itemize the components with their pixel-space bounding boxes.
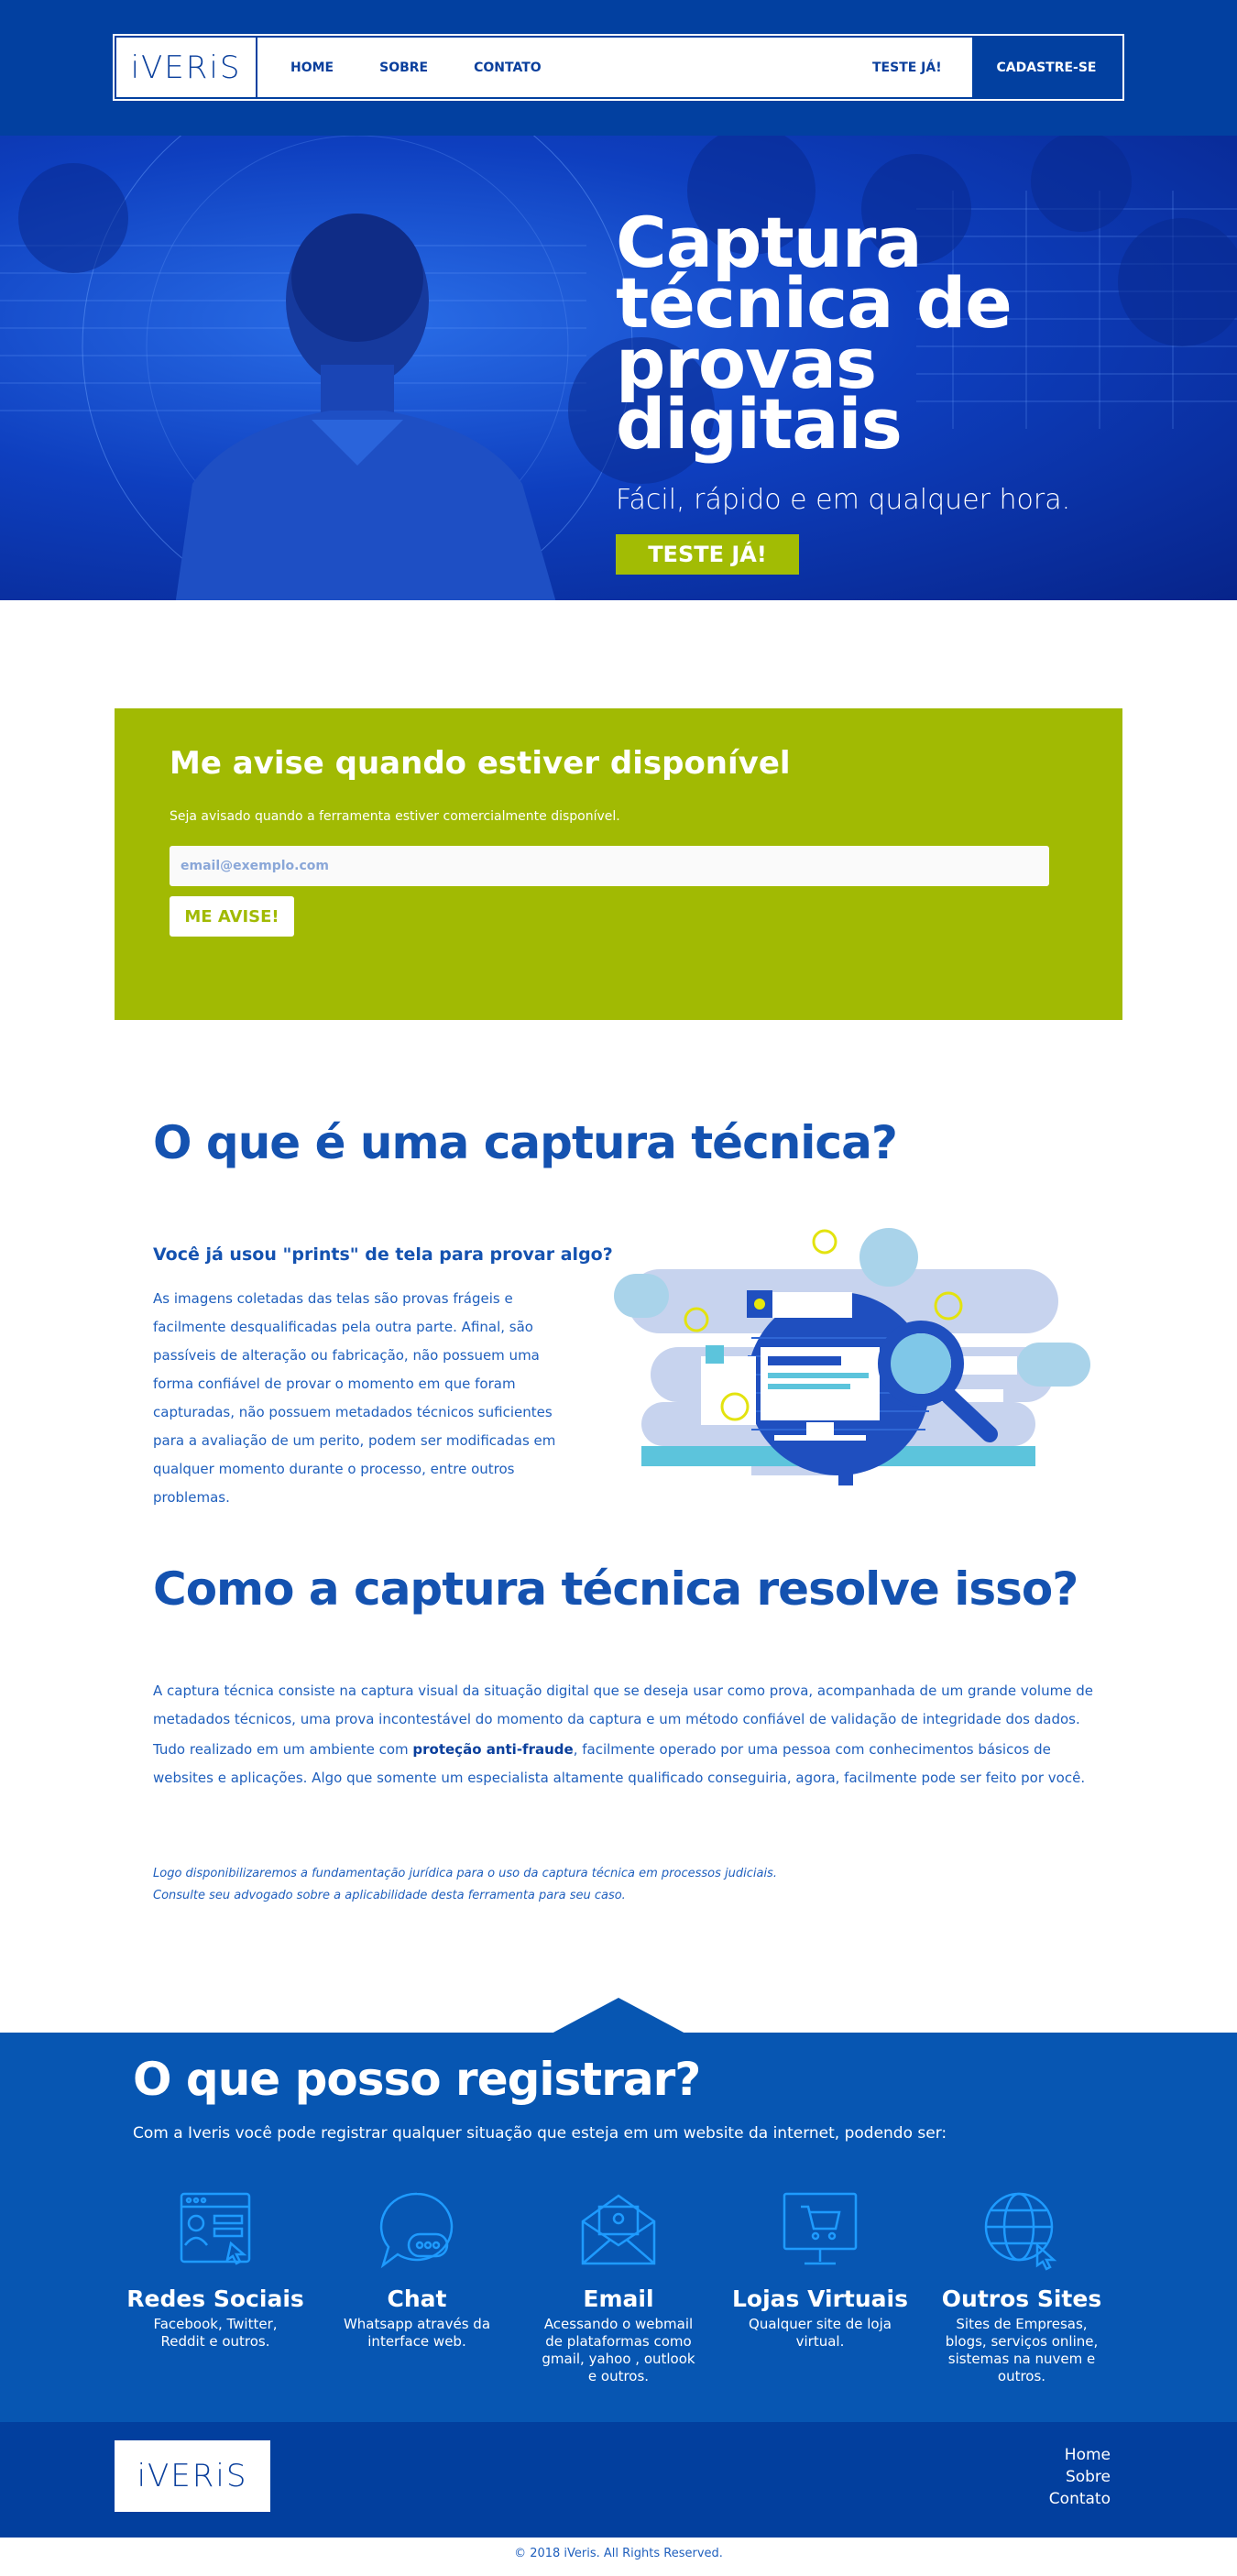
legal-note-line: Logo disponibilizaremos a fundamentação … — [153, 1867, 777, 1880]
footer-about-link[interactable]: Sobre — [1049, 2466, 1111, 2488]
card-description: Sites de Empresas, blogs, serviços onlin… — [945, 2316, 1099, 2384]
hero-title: Captura técnica de provas digitais — [616, 208, 1202, 459]
register-card: Lojas Virtuais Qualquer site de loja vir… — [719, 2188, 921, 2385]
register-section: O que posso registrar? Com a Iveris você… — [0, 2033, 1237, 2422]
register-cards: Redes Sociais Facebook, Twitter, Reddit … — [115, 2188, 1122, 2385]
register-title: O que posso registrar? — [133, 2053, 701, 2106]
card-title: Chat — [387, 2286, 447, 2312]
footer-logo: iVERiS — [137, 2458, 248, 2494]
card-title: Email — [583, 2286, 654, 2312]
solve-p2-text: Tudo realizado em um ambiente com — [153, 1741, 413, 1758]
legal-note: Logo disponibilizaremos a fundamentação … — [153, 1863, 777, 1907]
logo-link[interactable]: iVERiS — [116, 38, 257, 97]
footer-contact-link[interactable]: Contato — [1049, 2488, 1111, 2510]
logo: iVERiS — [130, 49, 242, 86]
signup-button[interactable]: CADASTRE-SE — [972, 38, 1121, 97]
hero-text-block: Captura técnica de provas digitais Fácil… — [616, 208, 1202, 575]
card-description: Whatsapp através da interface web. — [343, 2316, 491, 2350]
solve-paragraph-1: A captura técnica consiste na captura vi… — [153, 1683, 1093, 1727]
card-title: Lojas Virtuais — [731, 2286, 908, 2312]
globe-icon — [984, 2192, 1057, 2271]
nav-about-link[interactable]: SOBRE — [379, 60, 428, 75]
solve-body: A captura técnica consiste na captura vi… — [153, 1677, 1097, 1792]
solve-paragraph-2: Tudo realizado em um ambiente com proteç… — [153, 1736, 1097, 1792]
what-body-text: As imagens coletadas das telas são prova… — [153, 1290, 556, 1506]
card-description: Acessando o webmail de plataformas como … — [542, 2316, 695, 2384]
nav-home-link[interactable]: HOME — [290, 60, 334, 75]
hero-banner: Captura técnica de provas digitais Fácil… — [0, 136, 1237, 600]
notify-submit-button[interactable]: ME AVISE! — [170, 896, 294, 937]
register-card: Outros Sites Sites de Empresas, blogs, s… — [921, 2188, 1122, 2385]
footer-home-link[interactable]: Home — [1049, 2444, 1111, 2466]
navbar: iVERiS HOME SOBRE CONTATO TESTE JÁ! CADA… — [113, 34, 1124, 101]
copyright: © 2018 iVeris. All Rights Reserved. — [514, 2547, 723, 2560]
footer-nav: Home Sobre Contato — [1049, 2444, 1111, 2510]
nav-links: HOME SOBRE CONTATO — [290, 38, 542, 97]
hero-try-button[interactable]: TESTE JÁ! — [616, 534, 799, 575]
solve-section-title: Como a captura técnica resolve isso? — [153, 1562, 1078, 1616]
what-question: Você já usou "prints" de tela para prova… — [153, 1244, 613, 1265]
footer: iVERiS Home Sobre Contato — [0, 2422, 1237, 2538]
section-notch-decoration — [550, 1998, 687, 2034]
register-card: Email Acessando o webmail de plataformas… — [518, 2188, 719, 2385]
what-section-title: O que é uma captura técnica? — [153, 1116, 898, 1169]
register-lead: Com a Iveris você pode registrar qualque… — [133, 2124, 947, 2143]
notify-description: Seja avisado quando a ferramenta estiver… — [170, 809, 620, 824]
card-description: Facebook, Twitter, Reddit e outros. — [153, 2316, 278, 2350]
top-header: iVERiS HOME SOBRE CONTATO TESTE JÁ! CADA… — [0, 0, 1237, 136]
hero-person-silhouette — [175, 214, 556, 600]
envelope-icon — [581, 2194, 656, 2265]
register-card: Redes Sociais Facebook, Twitter, Reddit … — [115, 2188, 316, 2385]
solve-p2-bold: proteção anti-fraude — [412, 1741, 574, 1758]
footer-logo-link[interactable]: iVERiS — [115, 2440, 270, 2512]
notify-form-panel: Me avise quando estiver disponível Seja … — [115, 708, 1122, 1020]
chat-bubble-icon — [379, 2192, 454, 2269]
nav-try-now-link[interactable]: TESTE JÁ! — [872, 38, 942, 97]
card-description: Qualquer site de loja virtual. — [749, 2316, 892, 2350]
card-title: Outros Sites — [941, 2286, 1102, 2312]
card-title: Redes Sociais — [126, 2286, 304, 2312]
hero-title-line: digitais — [616, 383, 903, 465]
social-network-icon — [180, 2192, 251, 2265]
notify-title: Me avise quando estiver disponível — [170, 745, 791, 782]
legal-note-line: Consulte seu advogado sobre a aplicabili… — [153, 1889, 626, 1902]
capture-illustration — [614, 1228, 1090, 1485]
email-input[interactable] — [170, 846, 1049, 886]
shopping-cart-icon — [783, 2192, 858, 2265]
register-card: Chat Whatsapp através da interface web. — [316, 2188, 518, 2385]
hero-subtitle: Fácil, rápido e em qualquer hora. — [616, 484, 1071, 516]
nav-contact-link[interactable]: CONTATO — [474, 60, 542, 75]
